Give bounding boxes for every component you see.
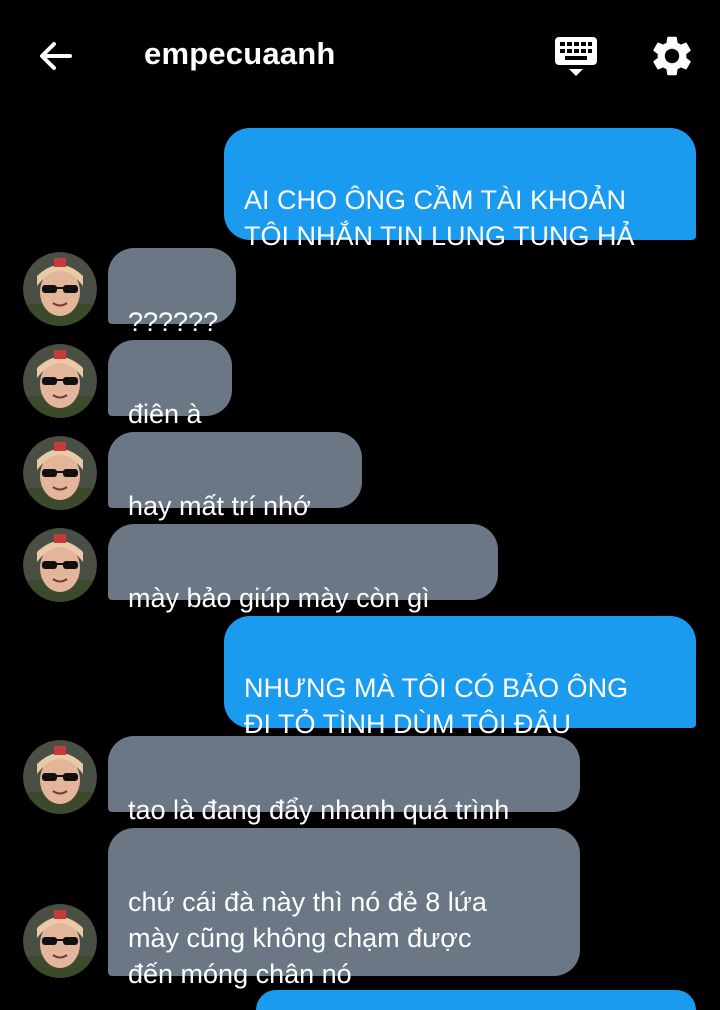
avatar [23,436,97,510]
message-bubble-outgoing[interactable]: NHƯNG MÀ TÔI CÓ BẢO ÔNG ĐI TỎ TÌNH DÙM T… [224,616,696,739]
message-bubble-incoming[interactable]: hay mất trí nhớ [108,432,362,521]
gear-icon [653,36,691,76]
message-text: AI CHO ÔNG CẦM TÀI KHOẢN TÔI NHẮN TIN LU… [244,185,635,251]
message-bubble-incoming[interactable]: điên à [108,340,232,429]
message-bubble-incoming[interactable]: ?????? [108,248,236,337]
message-text: hay mất trí nhớ [128,491,311,521]
chat-header: empecuaanh [0,0,720,112]
keyboard-icon [555,37,597,76]
message-text: tao là đang đẩy nhanh quá trình [128,795,510,825]
avatar [23,740,97,814]
message-bubble-incoming[interactable]: chứ cái đà này thì nó đẻ 8 lứa mày cũng … [108,828,580,989]
message-bubble-incoming[interactable]: mày bảo giúp mày còn gì [108,524,498,613]
message-text: mày bảo giúp mày còn gì [128,583,430,613]
message-bubble-outgoing-partial[interactable] [256,990,696,1010]
avatar [23,528,97,602]
message-text: điên à [128,399,202,429]
avatar [23,344,97,418]
avatar [23,904,97,978]
message-text: chứ cái đà này thì nó đẻ 8 lứa mày cũng … [128,887,487,989]
message-text: NHƯNG MÀ TÔI CÓ BẢO ÔNG ĐI TỎ TÌNH DÙM T… [244,673,629,739]
message-bubble-outgoing[interactable]: AI CHO ÔNG CẦM TÀI KHOẢN TÔI NHẮN TIN LU… [224,128,696,251]
back-button[interactable] [34,34,78,78]
chat-title: empecuaanh [144,36,336,71]
avatar [23,252,97,326]
settings-button[interactable] [648,32,696,80]
message-text: ?????? [128,307,219,337]
message-bubble-incoming[interactable]: tao là đang đẩy nhanh quá trình [108,736,580,825]
keyboard-button[interactable] [552,32,600,80]
back-arrow-icon [40,42,72,70]
